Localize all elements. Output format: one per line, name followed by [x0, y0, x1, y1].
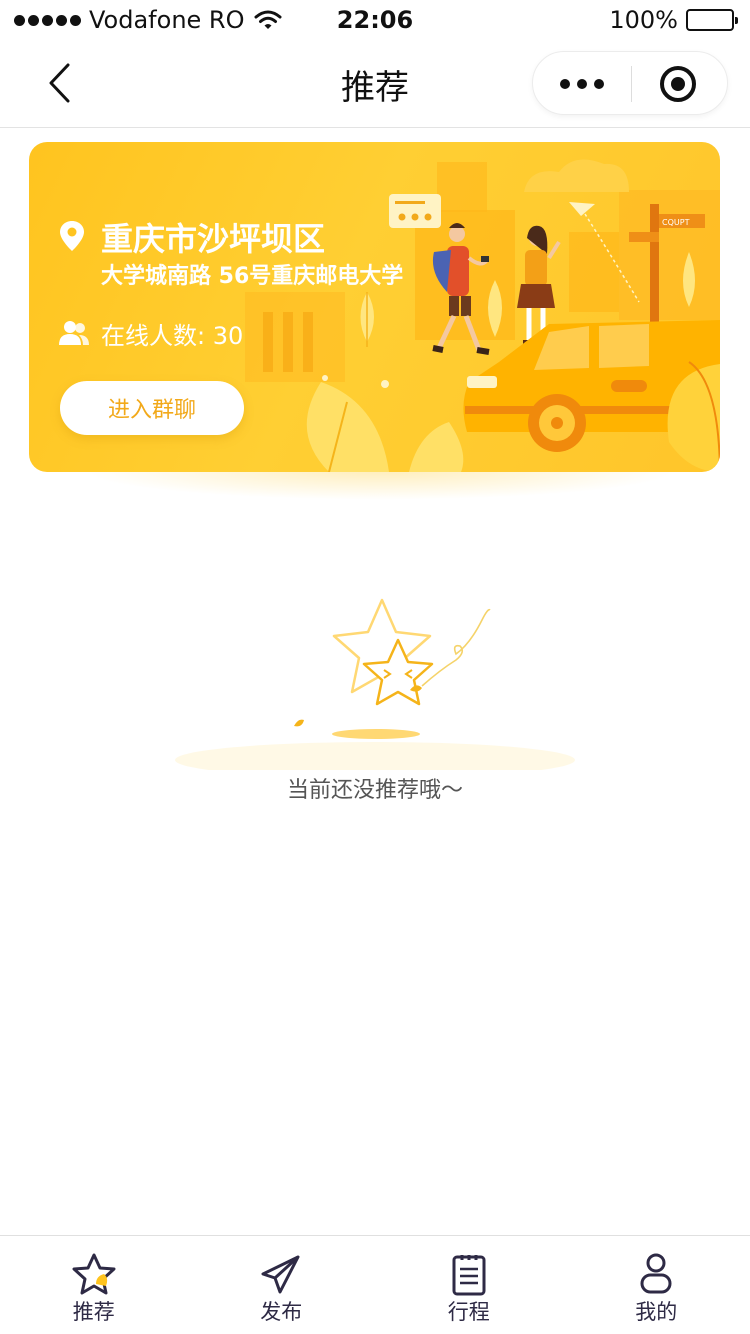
tab-label: 行程	[447, 1300, 490, 1324]
group-chat-banner: CQUPT 重庆市沙坪坝区 大学城南路 56号重庆邮电大学 在线人数: 30 进…	[29, 142, 720, 472]
tab-label: 推荐	[72, 1300, 115, 1324]
sign-label: CQUPT	[662, 218, 690, 227]
star-face-icon	[175, 598, 575, 770]
target-close-icon[interactable]	[629, 52, 727, 116]
empty-state-message: 当前还没推荐哦～	[286, 778, 463, 803]
tab-label: 发布	[260, 1300, 303, 1324]
banner-district: 重庆市沙坪坝区	[101, 220, 326, 258]
tab-publish[interactable]: 发布	[188, 1236, 376, 1334]
battery-status: 100%	[609, 6, 738, 34]
people-icon	[59, 321, 89, 345]
navigation-bar: 推荐	[0, 40, 750, 128]
tab-itinerary[interactable]: 行程	[375, 1236, 563, 1334]
more-dots-icon[interactable]	[533, 52, 631, 116]
online-count: 在线人数: 30	[101, 322, 244, 350]
tab-recommend[interactable]: 推荐	[0, 1236, 188, 1334]
tab-mine[interactable]: 我的	[563, 1236, 750, 1334]
join-group-chat-button[interactable]: 进入群聊	[60, 381, 244, 435]
paper-plane-icon	[261, 1255, 300, 1294]
banner-address: 大学城南路 56号重庆邮电大学	[101, 264, 404, 289]
status-bar: Vodafone RO 22:06 100%	[0, 0, 750, 40]
battery-percent: 100%	[609, 6, 678, 34]
star-icon	[72, 1253, 116, 1295]
tab-label: 我的	[635, 1300, 678, 1324]
bottom-tab-bar: 推荐 发布 行程 我的	[0, 1235, 750, 1334]
mini-program-capsule	[532, 51, 728, 115]
battery-icon	[686, 9, 738, 31]
location-pin-icon	[60, 221, 84, 251]
clipboard-icon	[452, 1255, 486, 1296]
person-icon	[640, 1253, 672, 1294]
